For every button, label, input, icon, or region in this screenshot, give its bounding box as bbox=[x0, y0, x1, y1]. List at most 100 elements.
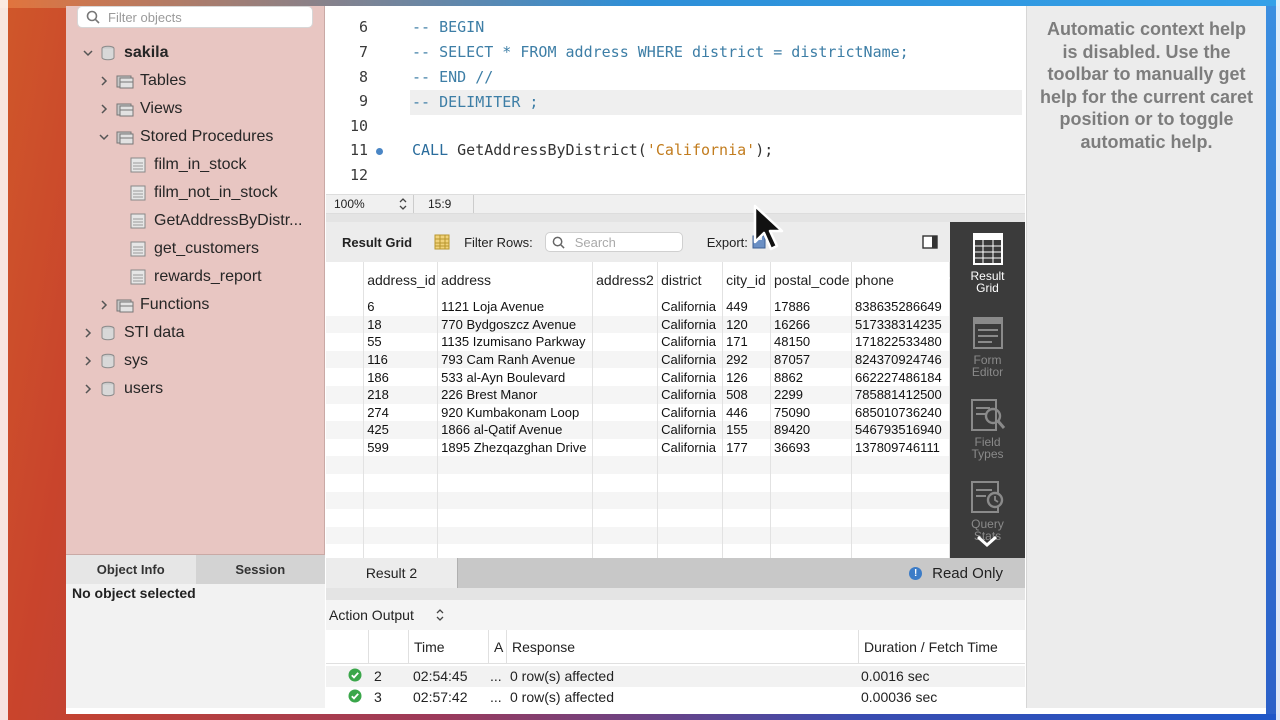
tree-item-schema[interactable]: STI data bbox=[82, 320, 184, 346]
table-cell[interactable] bbox=[592, 315, 659, 334]
tree-item-stored-procedures[interactable]: Stored Procedures bbox=[98, 124, 273, 150]
row-selector[interactable] bbox=[326, 368, 365, 386]
tree-item-schema[interactable]: sys bbox=[82, 348, 148, 374]
table-cell[interactable]: 685010736240 bbox=[851, 403, 950, 422]
table-cell[interactable]: 838635286649 bbox=[851, 298, 950, 316]
table-cell[interactable] bbox=[592, 368, 659, 386]
table-cell[interactable] bbox=[657, 544, 724, 558]
table-cell[interactable]: California bbox=[657, 403, 724, 422]
tree-item-tables[interactable]: Tables bbox=[98, 68, 186, 94]
table-cell[interactable]: 89420 bbox=[770, 421, 852, 439]
row-selector[interactable] bbox=[326, 509, 365, 527]
row-selector[interactable] bbox=[326, 421, 365, 439]
table-cell[interactable] bbox=[592, 421, 659, 439]
table-cell[interactable]: 1866 al-Qatif Avenue bbox=[437, 421, 594, 439]
action-row[interactable]: 3 02:57:42 ... 0 row(s) affected 0.00036… bbox=[326, 687, 1025, 708]
column-header[interactable]: address bbox=[437, 262, 594, 298]
table-cell[interactable] bbox=[592, 438, 659, 457]
column-header[interactable]: address2 bbox=[592, 262, 659, 298]
table-row[interactable]: 218 226 Brest Manor California 508 2299 78588… bbox=[326, 385, 950, 404]
empty-row[interactable] bbox=[326, 544, 950, 558]
chevron-down-icon[interactable] bbox=[975, 534, 999, 548]
table-cell[interactable]: 186 bbox=[363, 368, 439, 386]
table-cell[interactable] bbox=[592, 473, 659, 492]
table-cell[interactable] bbox=[657, 509, 724, 527]
table-cell[interactable]: California bbox=[657, 385, 724, 404]
row-selector[interactable] bbox=[326, 473, 365, 492]
table-cell[interactable] bbox=[592, 350, 659, 369]
table-cell[interactable] bbox=[363, 526, 439, 545]
table-row[interactable]: 599 1895 Zhezqazghan Drive California 177 36… bbox=[326, 438, 950, 457]
table-cell[interactable] bbox=[770, 456, 852, 474]
table-cell[interactable] bbox=[851, 456, 950, 474]
table-cell[interactable]: 785881412500 bbox=[851, 385, 950, 404]
tree-item-procedure[interactable]: rewards_report bbox=[130, 264, 262, 290]
table-cell[interactable]: 171822533480 bbox=[851, 333, 950, 351]
table-cell[interactable] bbox=[770, 544, 852, 558]
chevron-down-icon[interactable] bbox=[82, 47, 94, 59]
table-cell[interactable]: 292 bbox=[722, 350, 772, 369]
row-selector[interactable] bbox=[326, 438, 365, 457]
table-cell[interactable]: 75090 bbox=[770, 403, 852, 422]
table-cell[interactable] bbox=[437, 491, 594, 510]
row-selector[interactable] bbox=[326, 333, 365, 351]
table-cell[interactable] bbox=[592, 298, 659, 316]
table-cell[interactable]: 449 bbox=[722, 298, 772, 316]
empty-row[interactable] bbox=[326, 456, 950, 474]
table-cell[interactable] bbox=[592, 526, 659, 545]
table-cell[interactable] bbox=[657, 456, 724, 474]
table-cell[interactable] bbox=[722, 491, 772, 510]
table-cell[interactable]: 226 Brest Manor bbox=[437, 385, 594, 404]
chevron-right-icon[interactable] bbox=[82, 383, 94, 395]
table-cell[interactable]: 770 Bydgoszcz Avenue bbox=[437, 315, 594, 334]
tree-item-procedure[interactable]: film_in_stock bbox=[130, 152, 246, 178]
table-cell[interactable]: 508 bbox=[722, 385, 772, 404]
tree-item-sakila[interactable]: sakila bbox=[82, 40, 168, 66]
table-cell[interactable]: 137809746111 bbox=[851, 438, 950, 457]
table-cell[interactable] bbox=[657, 526, 724, 545]
table-cell[interactable]: California bbox=[657, 350, 724, 369]
row-selector[interactable] bbox=[326, 544, 365, 558]
filter-objects-input[interactable]: Filter objects bbox=[77, 6, 313, 28]
tab-result-2[interactable]: Result 2 bbox=[326, 558, 458, 588]
row-selector[interactable] bbox=[326, 491, 365, 510]
table-cell[interactable]: 793 Cam Ranh Avenue bbox=[437, 350, 594, 369]
action-output-header[interactable]: Action Output bbox=[326, 600, 1025, 630]
table-row[interactable]: 425 1866 al-Qatif Avenue California 155 8942… bbox=[326, 421, 950, 439]
table-cell[interactable]: 18 bbox=[363, 315, 439, 334]
table-cell[interactable]: California bbox=[657, 333, 724, 351]
column-header[interactable]: city_id bbox=[722, 262, 772, 298]
table-cell[interactable] bbox=[851, 491, 950, 510]
table-cell[interactable] bbox=[851, 473, 950, 492]
query-stats-view-button[interactable]: Query Stats bbox=[950, 480, 1025, 542]
table-row[interactable]: 116 793 Cam Ranh Avenue California 292 87057… bbox=[326, 350, 950, 369]
row-selector[interactable] bbox=[326, 385, 365, 404]
table-cell[interactable] bbox=[851, 509, 950, 527]
table-row[interactable]: 55 1135 Izumisano Parkway California 171 481… bbox=[326, 333, 950, 351]
table-cell[interactable]: 120 bbox=[722, 315, 772, 334]
empty-row[interactable] bbox=[326, 509, 950, 527]
table-cell[interactable] bbox=[770, 509, 852, 527]
tab-session[interactable]: Session bbox=[195, 555, 325, 584]
form-editor-view-button[interactable]: Form Editor bbox=[950, 316, 1025, 378]
zoom-select[interactable]: 100% bbox=[326, 195, 414, 213]
table-cell[interactable] bbox=[363, 473, 439, 492]
empty-row[interactable] bbox=[326, 491, 950, 510]
empty-row[interactable] bbox=[326, 526, 950, 545]
table-cell[interactable]: 116 bbox=[363, 350, 439, 369]
table-cell[interactable]: 599 bbox=[363, 438, 439, 457]
table-cell[interactable] bbox=[770, 526, 852, 545]
result-grid[interactable]: address_id address address2 district cit… bbox=[326, 262, 950, 558]
table-cell[interactable]: California bbox=[657, 315, 724, 334]
tree-item-procedure[interactable]: film_not_in_stock bbox=[130, 180, 278, 206]
table-cell[interactable] bbox=[592, 509, 659, 527]
table-cell[interactable]: 155 bbox=[722, 421, 772, 439]
table-cell[interactable] bbox=[592, 491, 659, 510]
tab-object-info[interactable]: Object Info bbox=[66, 555, 196, 584]
table-cell[interactable]: 17886 bbox=[770, 298, 852, 316]
column-header[interactable]: postal_code bbox=[770, 262, 852, 298]
table-cell[interactable]: 126 bbox=[722, 368, 772, 386]
tree-item-schema[interactable]: users bbox=[82, 376, 163, 402]
result-grid-view-button[interactable]: Result Grid bbox=[950, 232, 1025, 294]
filter-rows-search-input[interactable]: Search bbox=[544, 232, 683, 252]
